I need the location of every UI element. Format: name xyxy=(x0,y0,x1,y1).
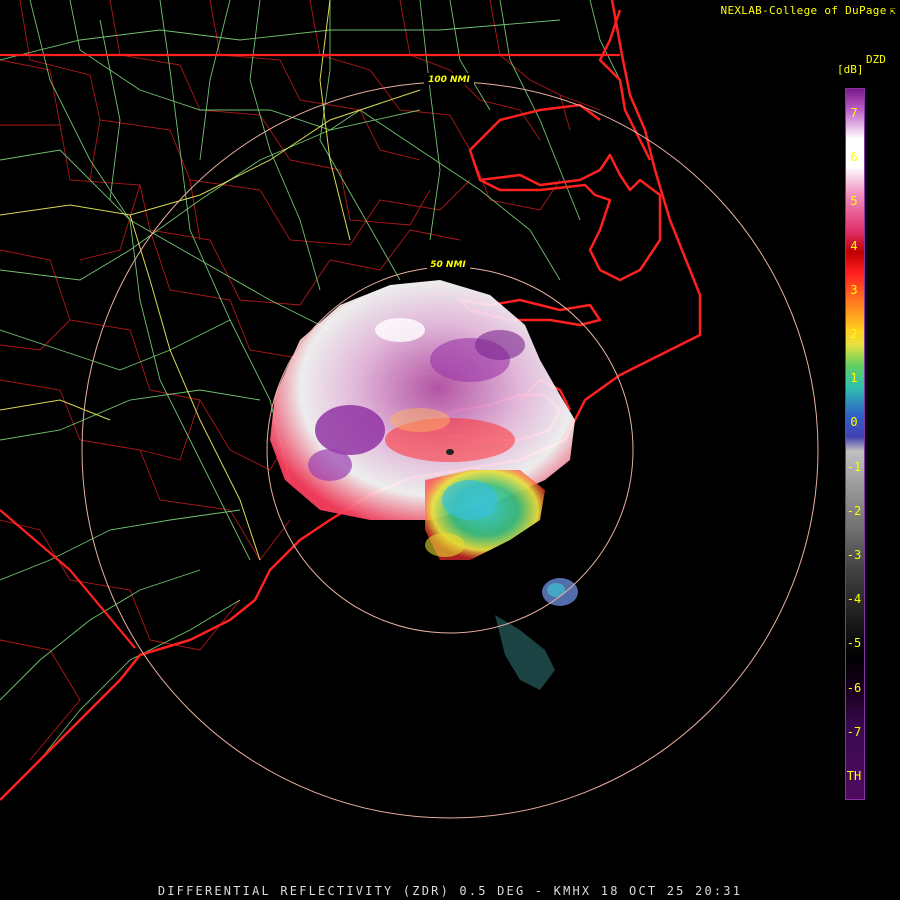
colorbar-tick-label: 5 xyxy=(850,194,858,209)
colorbar-tick-label: 1 xyxy=(850,371,858,386)
colorbar-tick-label: 6 xyxy=(850,150,858,165)
colorbar-tick-label: -2 xyxy=(846,503,862,518)
colorbar-tick-label: 3 xyxy=(850,282,858,297)
credit-line: NEXLAB-College of DuPage ⇱ xyxy=(721,4,896,17)
range-label-50: 50 NMI xyxy=(430,260,466,270)
range-label-100: 100 NMI xyxy=(428,75,470,85)
colorbar-tick-label: -1 xyxy=(846,459,862,474)
colorbar-tick-label: -5 xyxy=(846,636,862,651)
credit-text: NEXLAB-College of DuPage xyxy=(720,4,887,17)
colorbar-tick-label: -3 xyxy=(846,548,862,562)
colorbar-tick-label: 4 xyxy=(850,238,858,253)
colorbar-tick-label: 7 xyxy=(850,106,858,120)
product-footer: DIFFERENTIAL REFLECTIVITY (ZDR) 0.5 DEG … xyxy=(157,884,743,898)
colorbar-unit-label: [dB] xyxy=(837,63,864,76)
colorbar-tick-label: 2 xyxy=(850,327,858,341)
colorbar-tick-label: -6 xyxy=(846,680,862,695)
arrow-pointer-icon: ⇱ xyxy=(889,6,896,17)
colorbar-tick-label: -4 xyxy=(846,592,862,607)
colorbar-product-label: DZD xyxy=(866,53,886,66)
colorbar-tick-label: TH xyxy=(846,769,862,783)
radar-map: 50 NMI 100 NMI xyxy=(0,0,900,900)
colorbar-tick-label: 0 xyxy=(850,415,858,430)
colorbar-tick-label: -7 xyxy=(846,724,862,739)
